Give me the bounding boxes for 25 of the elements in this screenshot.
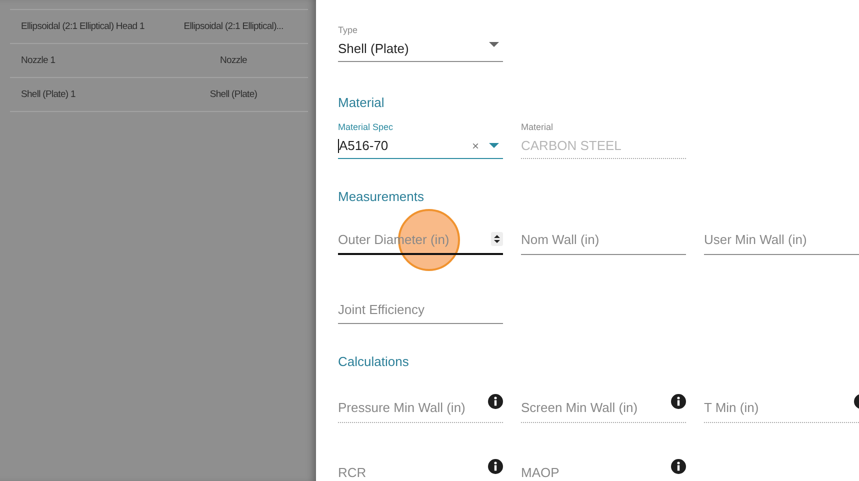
- field-value: Shell (Plate): [338, 41, 410, 56]
- table-cell-text: Ellipsoidal (2:1 Elliptical)...: [182, 21, 284, 32]
- number-field[interactable]: Nom Wall (in): [521, 226, 686, 254]
- number-field[interactable]: Joint Efficiency: [338, 295, 503, 323]
- info-icon[interactable]: [488, 459, 503, 474]
- field-label: Type: [338, 24, 359, 36]
- table-cell-text: Shell (Plate): [208, 89, 258, 100]
- info-icon[interactable]: [671, 459, 686, 474]
- info-icon[interactable]: [671, 394, 686, 409]
- section-title: Calculations: [338, 354, 410, 370]
- table-cell-text: Ellipsoidal (2:1 Elliptical) Head 1: [20, 21, 146, 32]
- caret-icon: [489, 143, 499, 148]
- clear-button[interactable]: ×: [472, 138, 479, 152]
- table-cell-text: Shell (Plate) 1: [20, 89, 76, 100]
- material-spec-field[interactable]: Material Spec A516-70 ×: [338, 121, 503, 159]
- section-title: Measurements: [338, 189, 425, 205]
- caret-icon: [489, 42, 499, 47]
- spinner-icon[interactable]: [491, 232, 503, 246]
- table-cell-text: Nozzle 1: [20, 55, 56, 66]
- table-cell-text: Nozzle: [219, 55, 248, 66]
- material-field: Material CARBON STEEL: [521, 121, 686, 159]
- number-field[interactable]: User Min Wall (in): [704, 226, 859, 254]
- info-icon[interactable]: [488, 394, 503, 409]
- section-title: Material: [338, 95, 386, 111]
- type-select[interactable]: Type Shell (Plate): [338, 24, 503, 62]
